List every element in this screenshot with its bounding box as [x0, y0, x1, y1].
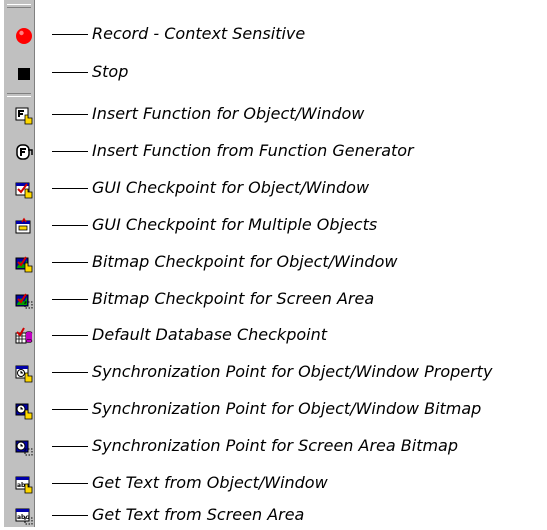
- leader-line: [52, 299, 88, 300]
- leader-line: [52, 114, 88, 115]
- leader-line: [52, 372, 88, 373]
- gui-checkpoint-object-icon[interactable]: [13, 178, 35, 200]
- legend-label-database-checkpoint: Default Database Checkpoint: [92, 325, 327, 344]
- legend-label-stop: Stop: [92, 62, 129, 81]
- legend-row-get-text-area: abc Get Text from Screen Area: [0, 502, 547, 530]
- stop-icon[interactable]: [13, 62, 35, 84]
- leader-line: [52, 446, 88, 447]
- database-checkpoint-icon[interactable]: [13, 325, 35, 347]
- legend-label-sync-bitmap-area: Synchronization Point for Screen Area Bi…: [92, 436, 459, 455]
- legend-label-gui-checkpoint-multiple: GUI Checkpoint for Multiple Objects: [92, 215, 378, 234]
- legend-row-get-text-object: abc Get Text from Object/Window: [0, 470, 547, 498]
- legend-row-stop: Stop: [0, 59, 547, 87]
- get-text-area-icon[interactable]: abc: [13, 505, 35, 527]
- leader-line: [52, 262, 88, 263]
- leader-line: [52, 515, 88, 516]
- legend-label-insert-function-object: Insert Function for Object/Window: [92, 104, 365, 123]
- legend-row-function-generator: Insert Function from Function Generator: [0, 138, 547, 166]
- bitmap-checkpoint-object-icon[interactable]: [13, 252, 35, 274]
- leader-line: [52, 483, 88, 484]
- legend-row-record: Record - Context Sensitive: [0, 21, 547, 49]
- insert-function-object-icon[interactable]: [13, 104, 35, 126]
- leader-line: [52, 225, 88, 226]
- legend-row-gui-checkpoint-multiple: GUI Checkpoint for Multiple Objects: [0, 212, 547, 240]
- leader-line: [52, 34, 88, 35]
- svg-text:abc: abc: [17, 514, 29, 521]
- legend-label-sync-property: Synchronization Point for Object/Window …: [92, 362, 493, 381]
- bitmap-checkpoint-area-icon[interactable]: [13, 289, 35, 311]
- legend-label-bitmap-checkpoint-area: Bitmap Checkpoint for Screen Area: [92, 289, 375, 308]
- sync-property-icon[interactable]: [13, 362, 35, 384]
- legend-row-sync-bitmap-object: Synchronization Point for Object/Window …: [0, 396, 547, 424]
- sync-bitmap-area-icon[interactable]: [13, 436, 35, 458]
- sync-bitmap-object-icon[interactable]: [13, 399, 35, 421]
- legend-label-record: Record - Context Sensitive: [92, 24, 306, 43]
- legend-row-gui-checkpoint-object: GUI Checkpoint for Object/Window: [0, 175, 547, 203]
- leader-line: [52, 409, 88, 410]
- leader-line: [52, 188, 88, 189]
- legend-row-database-checkpoint: Default Database Checkpoint: [0, 322, 547, 350]
- leader-line: [52, 335, 88, 336]
- legend-row-bitmap-checkpoint-area: Bitmap Checkpoint for Screen Area: [0, 286, 547, 314]
- legend-label-sync-bitmap-object: Synchronization Point for Object/Window …: [92, 399, 482, 418]
- legend-row-insert-function-object: Insert Function for Object/Window: [0, 101, 547, 129]
- toolbar-grip[interactable]: [7, 4, 31, 8]
- legend-row-bitmap-checkpoint-object: Bitmap Checkpoint for Object/Window: [0, 249, 547, 277]
- legend-label-get-text-object: Get Text from Object/Window: [92, 473, 328, 492]
- legend-label-bitmap-checkpoint-object: Bitmap Checkpoint for Object/Window: [92, 252, 398, 271]
- legend-row-sync-bitmap-area: Synchronization Point for Screen Area Bi…: [0, 433, 547, 461]
- legend-label-get-text-area: Get Text from Screen Area: [92, 505, 305, 524]
- legend-label-gui-checkpoint-object: GUI Checkpoint for Object/Window: [92, 178, 370, 197]
- function-generator-icon[interactable]: [13, 141, 35, 163]
- record-icon[interactable]: [13, 24, 35, 46]
- gui-checkpoint-multiple-icon[interactable]: [13, 215, 35, 237]
- legend-label-function-generator: Insert Function from Function Generator: [92, 141, 414, 160]
- get-text-object-icon[interactable]: abc: [13, 473, 35, 495]
- leader-line: [52, 151, 88, 152]
- leader-line: [52, 72, 88, 73]
- toolbar-separator: [7, 93, 31, 97]
- legend-row-sync-property: Synchronization Point for Object/Window …: [0, 359, 547, 387]
